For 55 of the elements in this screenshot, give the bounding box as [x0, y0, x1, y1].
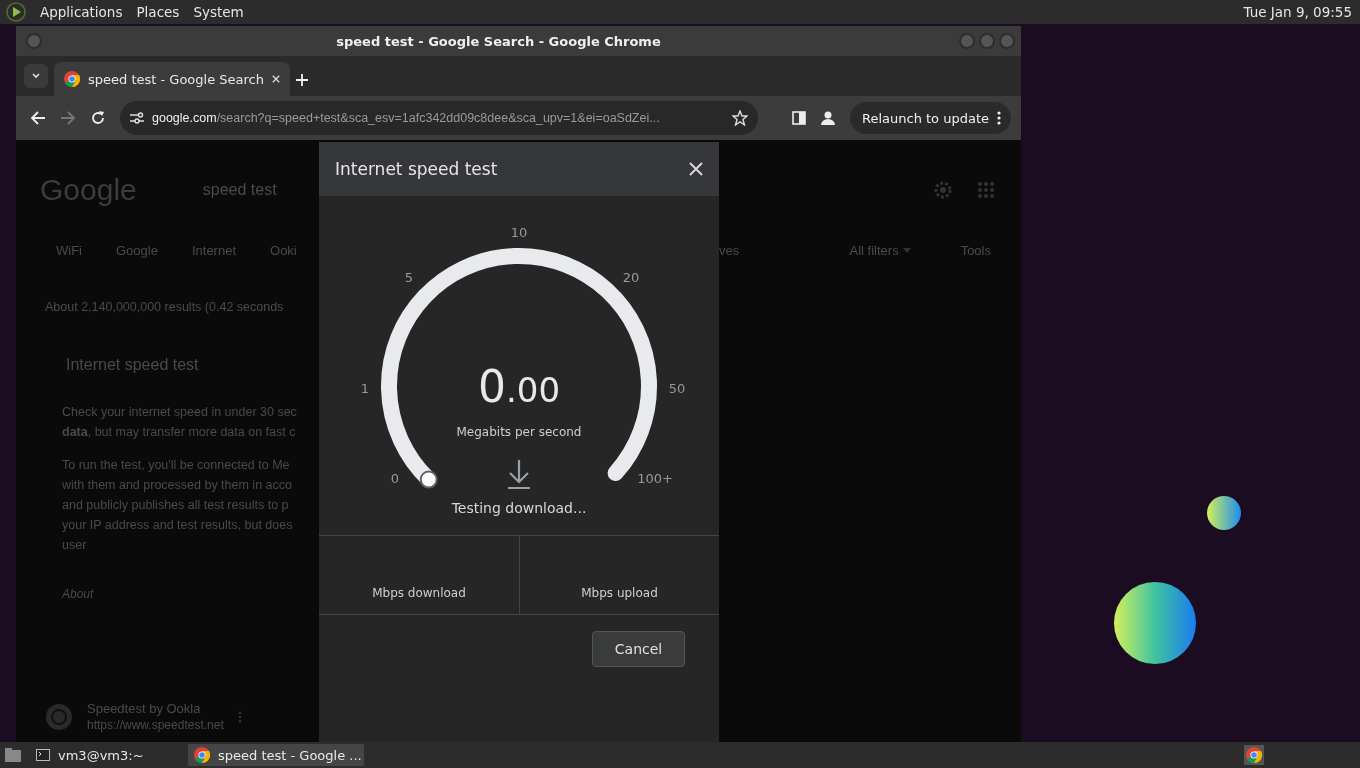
result-label: Mbps upload [581, 586, 658, 600]
back-button[interactable] [30, 110, 46, 126]
browser-logo-icon [64, 71, 80, 87]
close-icon[interactable] [271, 74, 280, 84]
url-text: google.com/search?q=speed+test&sca_esv=1afc342dd09c8dee&sca_upv=1&ei=oaSdZei... [152, 111, 660, 125]
status-text: Testing download... [451, 500, 587, 516]
gauge-tick-label: 10 [510, 224, 528, 240]
taskbar-item[interactable]: vm3@vm3:~ [30, 744, 180, 766]
more-icon [997, 111, 1001, 125]
search-query: speed test [202, 181, 277, 199]
result-url: https://www.speedtest.net [87, 718, 224, 732]
tab-list-button[interactable] [24, 64, 48, 88]
results-stats: About 2,140,000,000 results (0.42 seconds [44, 299, 285, 314]
speed-reading: 0.00 [477, 360, 561, 412]
result-label: Mbps download [372, 586, 466, 600]
side-panel-button[interactable] [792, 111, 806, 125]
chevron-down-icon [31, 71, 41, 81]
tray-browser-icon[interactable] [1244, 745, 1264, 765]
gauge-tick-label: 5 [404, 269, 414, 285]
speedometer-icon [45, 702, 73, 731]
terminal-icon [36, 749, 50, 761]
profile-button[interactable] [820, 110, 836, 126]
caret-icon [902, 247, 911, 253]
gauge-tick-label: 100+ [637, 470, 673, 486]
forward-button[interactable] [60, 110, 76, 126]
panel-menu[interactable]: Places [136, 4, 180, 20]
browser-tab[interactable]: speed test - Google Search [54, 62, 290, 96]
panel-menu[interactable]: Applications [40, 4, 123, 20]
site-settings-icon[interactable] [130, 111, 144, 125]
browser-logo-icon [194, 747, 210, 763]
launcher-icon[interactable] [6, 2, 26, 22]
cancel-button[interactable]: Cancel [592, 631, 685, 667]
gauge-tick-label: 1 [360, 380, 370, 396]
window-title: speed test - Google Search - Google Chrome [335, 33, 662, 49]
gauge-tick-label: 20 [622, 269, 640, 285]
address-bar[interactable]: google.com/search?q=speed+test&sca_esv=1afc342dd09c8dee&sca_upv=1&ei=oaSdZei... [120, 101, 758, 135]
unit-label: Megabits per second [456, 425, 582, 439]
browser-logo-icon [1246, 747, 1262, 763]
description-text: To run the test, you'll be connected to Me with them and processed by them in acco and publicly publishes all test results to p your IP address and test results, but does user [62, 457, 294, 554]
new-tab-button[interactable] [296, 74, 308, 86]
star-icon[interactable] [732, 110, 748, 126]
relaunch-button[interactable]: Relaunch to update [850, 102, 1011, 134]
sphere-drawing [1206, 495, 1242, 531]
dialog-title: Internet speed test [335, 159, 498, 179]
show-desktop-icon[interactable] [4, 747, 22, 763]
card-title: Internet speed test [65, 355, 200, 374]
taskbar-item[interactable]: speed test - Google ... [188, 744, 364, 766]
reload-button[interactable] [90, 110, 106, 126]
gauge-thumb [419, 470, 438, 489]
panel-menu[interactable]: System [193, 4, 244, 20]
gauge-tick-label: 0 [390, 470, 400, 486]
gauge-tick-label: 50 [668, 380, 686, 396]
clock: Tue Jan 9, 09:55 [1243, 4, 1352, 20]
download-icon [507, 458, 531, 490]
description-text: Check your internet speed in under 30 sec data, but may transfer more data on fast c [62, 404, 298, 441]
